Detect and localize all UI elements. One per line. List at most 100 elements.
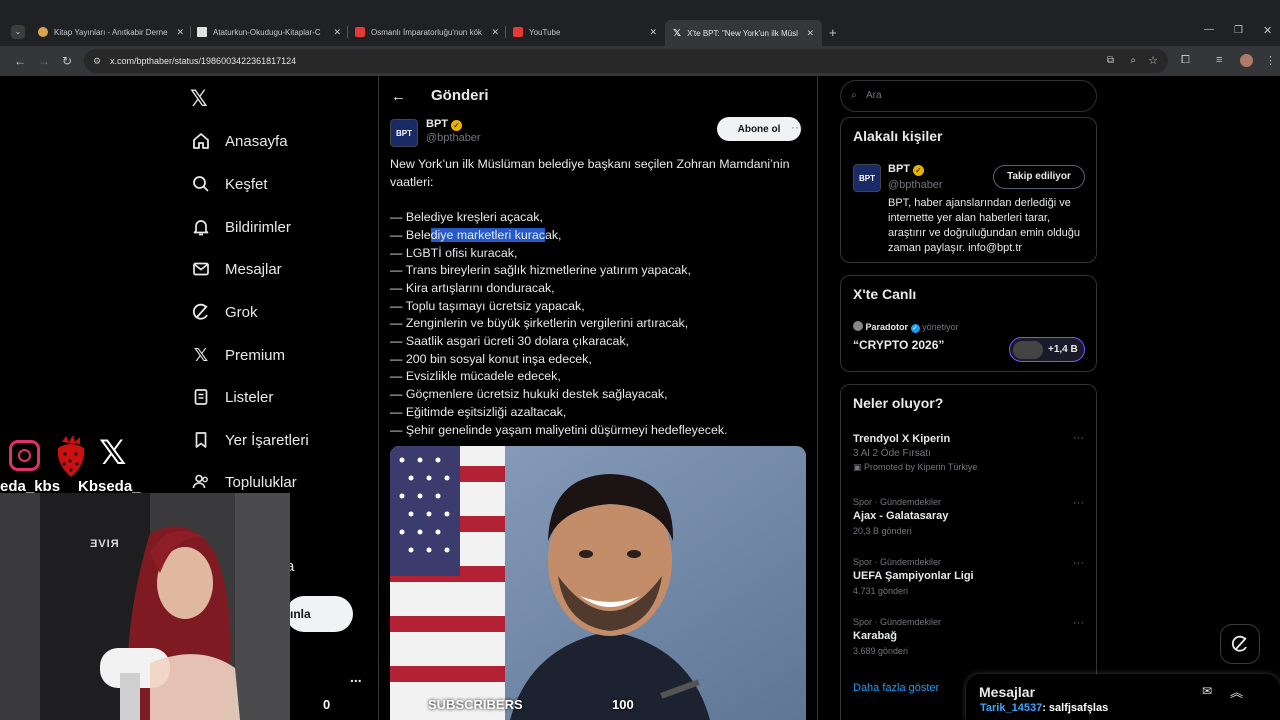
- related-handle[interactable]: @bpthaber: [888, 179, 943, 191]
- live-card: X'te Canlı Paradotor ✓ yönetiyor “CRYPTO…: [840, 275, 1097, 372]
- live-space-title[interactable]: “CRYPTO 2026”: [853, 338, 944, 352]
- extensions-icon[interactable]: ⧠: [1181, 54, 1190, 67]
- tab-2[interactable]: Ataturkun-Okudugu-Kitaplar-C ✕: [197, 22, 341, 42]
- live-host[interactable]: Paradotor ✓ yönetiyor: [853, 321, 959, 333]
- address-bar-row: ← → ↻ ⚙ x.com/bpthaber/status/1986003422…: [0, 46, 1280, 76]
- follow-button[interactable]: Abone ol: [717, 117, 801, 141]
- expand-icon[interactable]: ︽: [1230, 682, 1243, 701]
- bookmark-star-icon[interactable]: ☆: [1148, 49, 1158, 73]
- close-icon[interactable]: ✕: [806, 28, 814, 39]
- people-icon: [190, 471, 212, 493]
- back-arrow-icon[interactable]: ←: [391, 88, 406, 105]
- post-text: New York’un ilk Müslüman belediye başkan…: [390, 156, 810, 439]
- trend-item[interactable]: Spor · Gündemdekiler Ajax - Galatasaray …: [853, 497, 948, 536]
- trend-item[interactable]: Trendyol X Kiperin 3 Al 2 Öde Fırsatı ▣ …: [853, 433, 977, 473]
- close-icon[interactable]: ✕: [176, 27, 184, 38]
- envelope-icon: [190, 258, 212, 280]
- subscribers-label: SUBSCRIBERS: [428, 697, 523, 712]
- verified-badge-icon: ✓: [913, 165, 924, 176]
- show-more-link[interactable]: Daha fazla göster: [853, 682, 939, 694]
- following-button[interactable]: Takip ediliyor: [993, 165, 1085, 189]
- minimize-button[interactable]: —: [1204, 24, 1214, 35]
- portrait-illustration: [390, 446, 806, 720]
- related-name[interactable]: BPT ✓: [888, 163, 924, 176]
- profile-avatar[interactable]: [1240, 54, 1253, 67]
- promise-line: — Göçmenlere ücretsiz hukuki destek sağl…: [390, 387, 668, 402]
- x-icon: 𝕏: [193, 344, 209, 365]
- author-handle[interactable]: @bpthaber: [426, 132, 481, 144]
- close-window-button[interactable]: ✕: [1263, 24, 1272, 37]
- nav-messages[interactable]: Mesajlar: [190, 258, 282, 280]
- post-intro-line: vaatleri:: [390, 174, 434, 189]
- nav-label: Mesajlar: [225, 260, 282, 278]
- nav-premium[interactable]: 𝕏 Premium: [190, 344, 285, 366]
- url-text: x.com/bpthaber/status/198600342236181712…: [110, 56, 297, 66]
- restore-button[interactable]: ❐: [1234, 25, 1243, 36]
- close-icon[interactable]: ✕: [491, 27, 499, 38]
- trend-meta: Spor · Gündemdekiler: [853, 557, 942, 567]
- new-tab-button[interactable]: +: [829, 25, 837, 40]
- listeners-pill[interactable]: +1,4 B: [1009, 337, 1085, 362]
- post-image[interactable]: [390, 446, 806, 720]
- nav-grok[interactable]: Grok: [190, 301, 258, 323]
- site-info-icon[interactable]: ⚙: [93, 49, 101, 73]
- list-icon: [190, 386, 212, 408]
- more-icon[interactable]: ···: [1073, 617, 1084, 629]
- install-icon[interactable]: ⧉: [1107, 49, 1114, 73]
- tab-1[interactable]: Kitap Yayınları - Anıtkabir Derne ✕: [38, 22, 184, 42]
- author-name[interactable]: BPT ✓: [426, 118, 462, 131]
- trends-card: Neler oluyor? Trendyol X Kiperin 3 Al 2 …: [840, 384, 1097, 720]
- more-icon[interactable]: ···: [791, 120, 803, 134]
- more-icon[interactable]: ···: [1073, 557, 1084, 569]
- tab-5-active[interactable]: 𝕏 X'te BPT: "New York'un ilk Müsl ✕: [665, 20, 822, 46]
- tab-title: Kitap Yayınları - Anıtkabir Derne: [54, 27, 168, 37]
- nav-bookmarks[interactable]: Yer İşaretleri: [190, 429, 309, 451]
- compose-message-icon[interactable]: ✉: [1202, 684, 1212, 698]
- menu-icon[interactable]: ⋮: [1265, 54, 1276, 67]
- post-button[interactable]: ınla: [286, 596, 353, 632]
- search-input[interactable]: ⌕ Ara: [840, 80, 1097, 112]
- tab-search-button[interactable]: ⌄: [11, 25, 25, 39]
- author-avatar[interactable]: BPT: [390, 119, 418, 147]
- promise-line: — Şehir genelinde yaşam maliyetini düşür…: [390, 422, 728, 437]
- avatar-text: BPT: [859, 173, 875, 183]
- close-icon[interactable]: ✕: [649, 27, 657, 38]
- trend-count: 3.689 gönderi: [853, 646, 909, 656]
- grok-floating-button[interactable]: [1220, 624, 1260, 664]
- tab-4[interactable]: YouTube ✕: [513, 22, 657, 42]
- trend-item[interactable]: Spor · Gündemdekiler Karabağ 3.689 gönde…: [853, 617, 941, 656]
- nav-notifications[interactable]: Bildirimler: [190, 216, 291, 238]
- x-logo-icon[interactable]: 𝕏: [190, 86, 208, 112]
- trend-item[interactable]: Spor · Gündemdekiler UEFA Şampiyonlar Li…: [853, 557, 974, 596]
- listener-count: +1,4 B: [1048, 344, 1078, 355]
- more-icon[interactable]: ···: [1073, 497, 1084, 509]
- url-field[interactable]: ⚙ x.com/bpthaber/status/1986003422361817…: [84, 49, 1168, 73]
- webcam-scene: [0, 493, 290, 720]
- tab-title: Ataturkun-Okudugu-Kitaplar-C: [213, 27, 321, 37]
- promoted-line: ▣ Promoted by Kiperin Türkiye: [853, 462, 977, 473]
- reload-icon[interactable]: ↻: [62, 54, 72, 68]
- back-icon[interactable]: ←: [14, 54, 26, 68]
- zoom-icon[interactable]: ⌕: [1130, 49, 1136, 73]
- nav-home[interactable]: Anasayfa: [190, 130, 288, 152]
- more-icon[interactable]: ···: [1073, 432, 1084, 444]
- promise-line: — Belediye kreşleri açacak,: [390, 210, 543, 225]
- promise-line: — Eğitimde eşitsizliği azaltacak,: [390, 404, 567, 419]
- author-name-text: BPT: [426, 118, 448, 130]
- messages-drawer[interactable]: Mesajlar ✉ ︽ Tarik_14537: salfjsafşlas: [966, 674, 1280, 720]
- nav-lists[interactable]: Listeler: [190, 386, 273, 408]
- youtube-icon: [355, 27, 365, 37]
- forward-icon[interactable]: →: [38, 54, 50, 68]
- promoted-text: Promoted by Kiperin Türkiye: [864, 462, 978, 472]
- tab-3[interactable]: Osmanlı İmparatorluğu'nun kök ✕: [355, 22, 499, 42]
- trend-name: Trendyol X Kiperin: [853, 433, 951, 445]
- media-icon[interactable]: ≡: [1216, 54, 1222, 66]
- bio-line: araştırır ve doğruluğundan emin olduğu: [888, 227, 1081, 239]
- bookmark-icon: [190, 429, 212, 451]
- nav-communities[interactable]: Topluluklar: [190, 471, 297, 493]
- trend-count: 4.731 gönderi: [853, 586, 909, 596]
- nav-explore[interactable]: Keşfet: [190, 173, 268, 195]
- more-options-icon[interactable]: ...: [350, 669, 362, 685]
- related-avatar[interactable]: BPT: [853, 164, 881, 192]
- close-icon[interactable]: ✕: [333, 27, 341, 38]
